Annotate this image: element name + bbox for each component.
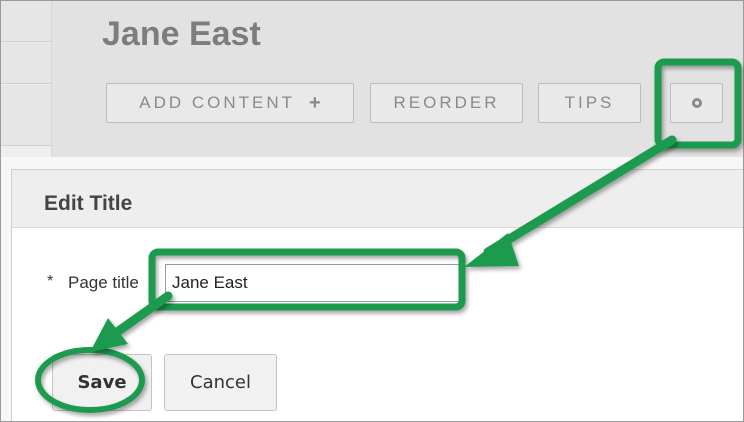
save-button[interactable]: Save [52, 354, 152, 411]
tips-button[interactable]: TIPS [538, 83, 641, 123]
required-marker: * [47, 273, 54, 290]
add-content-button[interactable]: ADD CONTENT + [106, 83, 354, 123]
gear-icon [691, 98, 702, 108]
reorder-button[interactable]: REORDER [370, 83, 523, 123]
cancel-button[interactable]: Cancel [164, 354, 277, 411]
sidebar-band [1, 1, 51, 42]
edit-title-dialog: Edit Title * Page title Save Cancel [11, 169, 743, 421]
plus-icon: + [309, 91, 321, 114]
left-sidebar-strip [1, 1, 52, 157]
sidebar-band [1, 43, 51, 84]
settings-button[interactable] [670, 83, 723, 123]
screenshot-frame: Jane East ADD CONTENT + REORDER TIPS Edi… [0, 0, 744, 422]
page-title: Jane East [102, 15, 261, 53]
sidebar-band [1, 85, 51, 146]
page-title-label: Page title [68, 273, 139, 292]
page-title-input[interactable] [165, 264, 462, 302]
page-header: Jane East ADD CONTENT + REORDER TIPS [1, 1, 743, 157]
dialog-header: Edit Title [12, 170, 743, 228]
add-content-label: ADD CONTENT [139, 93, 296, 112]
dialog-title: Edit Title [44, 192, 133, 215]
